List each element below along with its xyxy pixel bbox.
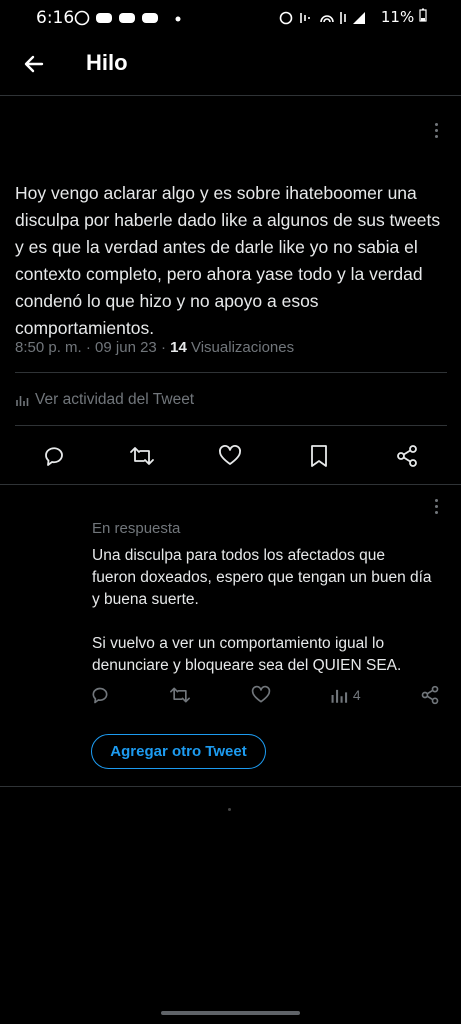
system-icons-svg	[279, 11, 365, 25]
reply-icon	[92, 687, 108, 704]
back-arrow-icon	[24, 55, 44, 73]
share-icon	[396, 445, 417, 467]
heart-icon	[251, 685, 270, 703]
status-time: 6:16	[36, 8, 75, 28]
share-icon	[421, 685, 439, 705]
more-dot-icon	[434, 122, 438, 126]
scroll-indicator-dot	[228, 808, 231, 811]
more-dot-icon	[434, 128, 438, 132]
meta-divider	[15, 372, 447, 373]
reply-text: Una disculpa para todos los afectados qu…	[92, 547, 432, 674]
activity-divider	[15, 425, 447, 426]
activity-label: Ver actividad del Tweet	[35, 391, 195, 408]
retweet-icon	[130, 447, 155, 465]
more-dot-icon	[434, 498, 438, 502]
reply-button[interactable]	[36, 438, 72, 474]
tweet-action-bar	[0, 436, 461, 476]
tweet-time: 8:50 p. m.	[15, 339, 82, 356]
home-indicator[interactable]	[161, 1011, 300, 1015]
more-dot-icon	[434, 510, 438, 514]
bookmark-button[interactable]	[301, 438, 337, 474]
reply-like-button[interactable]	[251, 685, 271, 705]
bookmark-icon	[310, 445, 327, 467]
reply-context-label: En respuesta	[92, 520, 181, 537]
tweet-date: 09 jun 23	[95, 339, 157, 356]
notification-icons	[74, 8, 184, 32]
like-button[interactable]	[212, 438, 248, 474]
system-status-icons	[279, 8, 369, 31]
reply-views-count: 4	[352, 687, 361, 703]
battery-text: 11%	[380, 8, 415, 26]
retweet-icon	[170, 687, 191, 703]
reply-more-options-button[interactable]	[426, 494, 446, 518]
retweet-button[interactable]	[124, 438, 160, 474]
more-dot-icon	[434, 134, 438, 138]
analytics-icon	[16, 396, 29, 406]
reply-retweet-button[interactable]	[169, 685, 191, 705]
battery-percent: 11%	[381, 8, 427, 26]
tweet-activity-link[interactable]: Ver actividad del Tweet	[15, 391, 194, 409]
tweet-meta: 8:50 p. m. · 09 jun 23 · 14 Visualizacio…	[15, 339, 295, 356]
header-divider	[0, 95, 461, 96]
heart-icon	[219, 445, 242, 465]
reply-views-button[interactable]: 4	[330, 686, 361, 704]
reply-share-button[interactable]	[420, 685, 440, 705]
notification-icons-svg	[74, 10, 181, 26]
analytics-icon	[331, 689, 347, 703]
bottom-divider	[0, 786, 461, 787]
reply-action-bar: 4	[90, 680, 440, 710]
tweet-views-label: Visualizaciones	[190, 339, 295, 356]
add-another-tweet-button[interactable]: Agregar otro Tweet	[91, 734, 266, 769]
share-button[interactable]	[389, 438, 425, 474]
battery-icon	[419, 8, 427, 22]
reply-reply-button[interactable]	[90, 685, 110, 705]
more-dot-icon	[434, 504, 438, 508]
reply-icon	[45, 447, 63, 466]
back-button[interactable]	[18, 48, 50, 80]
tweet-text: Hoy vengo aclarar algo y es sobre ihateb…	[15, 183, 441, 338]
tweet-views-count: 14	[170, 339, 187, 356]
tweet-more-options-button[interactable]	[426, 118, 446, 142]
tweet-divider	[0, 484, 461, 485]
page-title: Hilo	[86, 50, 128, 75]
